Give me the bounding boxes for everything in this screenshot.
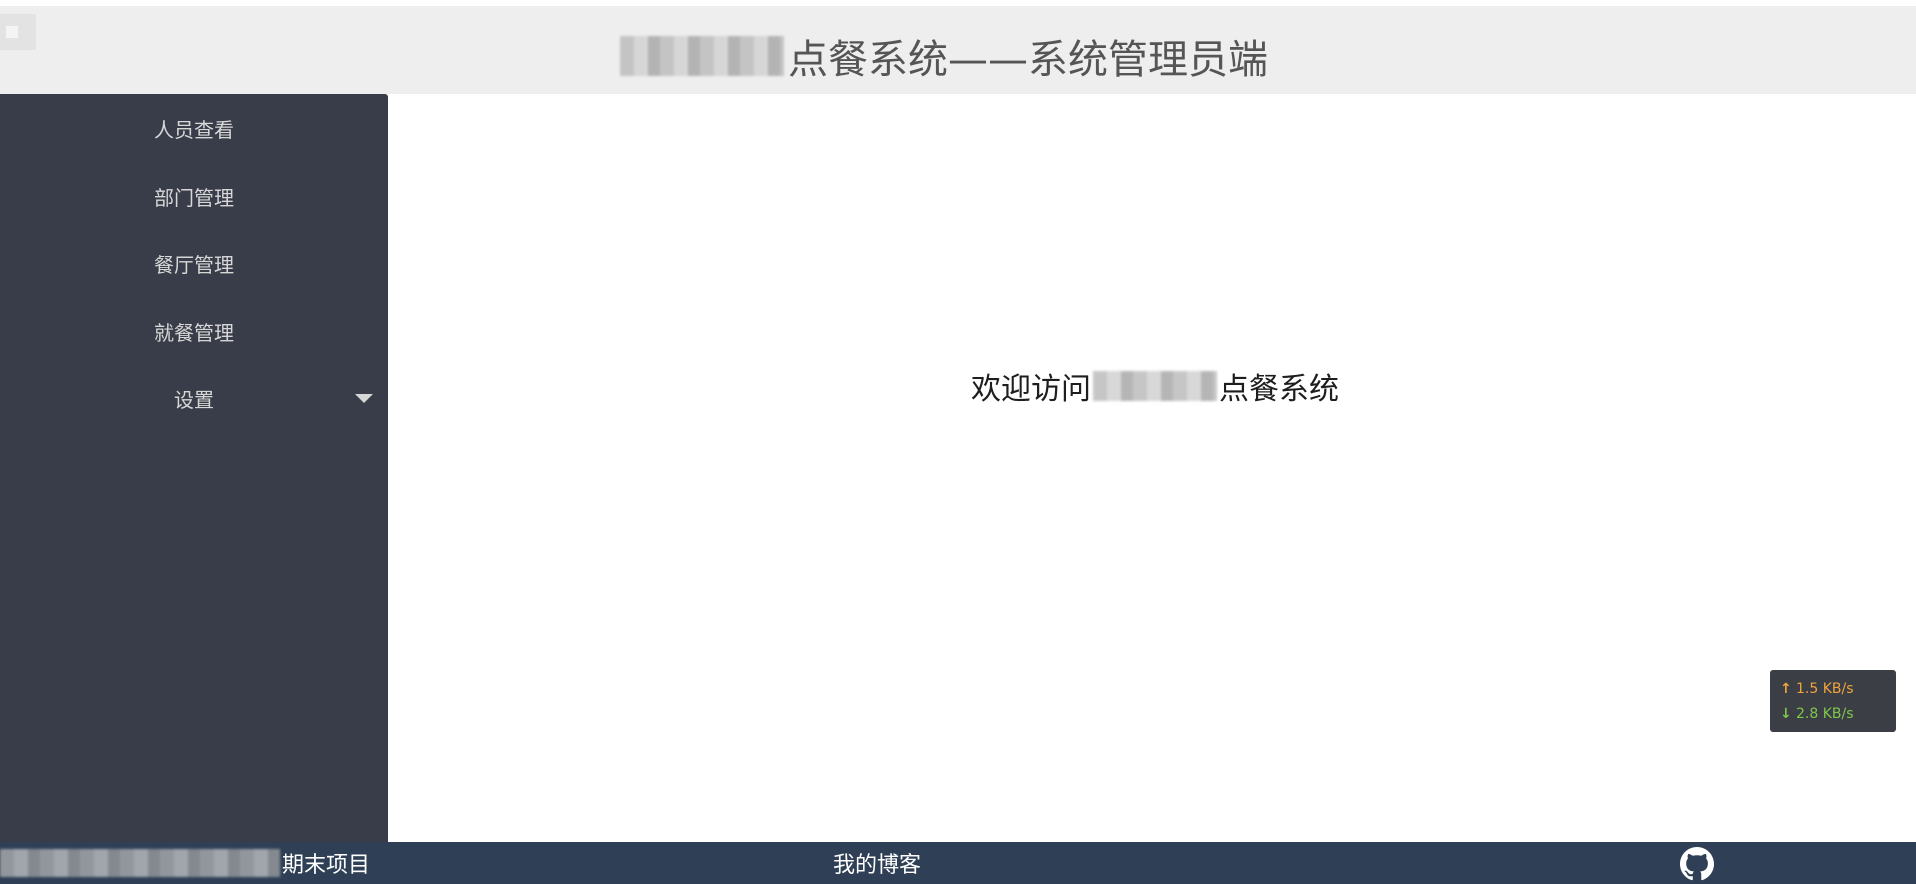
sidebar-item-department-management[interactable]: 部门管理 — [0, 162, 388, 230]
upload-speed: 1.5 KB/s — [1796, 680, 1854, 697]
sidebar-item-personnel-view[interactable]: 人员查看 — [0, 94, 388, 162]
download-speed: 2.8 KB/s — [1796, 705, 1854, 722]
caret-down-icon — [355, 394, 373, 403]
blog-link[interactable]: 我的博客 — [833, 842, 921, 884]
footer-project-suffix: 期末项目 — [282, 853, 371, 878]
main-content: 欢迎访问 点餐系统 — [388, 94, 1916, 842]
arrow-down-icon: ↓ — [1780, 705, 1792, 722]
network-speed-widget[interactable]: ↑ 1.5 KB/s ↓ 2.8 KB/s — [1770, 670, 1896, 732]
page-title-text: 点餐系统——系统管理员端 — [788, 37, 1268, 83]
sidebar-item-dining-management[interactable]: 就餐管理 — [0, 297, 388, 365]
page-title: 点餐系统——系统管理员端 — [620, 30, 1268, 83]
redacted-text — [1093, 371, 1217, 401]
sidebar-item-label: 人员查看 — [154, 117, 234, 142]
header-bar: 点餐系统——系统管理员端 — [0, 6, 1916, 94]
download-speed-row: ↓ 2.8 KB/s — [1780, 701, 1886, 726]
arrow-up-icon: ↑ — [1780, 680, 1792, 697]
sidebar-item-restaurant-management[interactable]: 餐厅管理 — [0, 229, 388, 297]
redacted-text — [620, 36, 784, 76]
upload-speed-row: ↑ 1.5 KB/s — [1780, 676, 1886, 701]
sidebar-item-label: 部门管理 — [154, 185, 234, 210]
sidebar-item-label: 餐厅管理 — [154, 252, 234, 277]
footer-bar: 期末项目 我的博客 — [0, 842, 1916, 884]
menu-toggle-icon[interactable] — [0, 14, 36, 50]
welcome-prefix: 欢迎访问 — [971, 372, 1091, 407]
welcome-message: 欢迎访问 点餐系统 — [971, 366, 1339, 407]
sidebar-item-label: 就餐管理 — [154, 320, 234, 345]
welcome-suffix: 点餐系统 — [1219, 372, 1339, 407]
redacted-text — [0, 849, 280, 877]
sidebar-item-label: 设置 — [174, 387, 214, 412]
page: 点餐系统——系统管理员端 人员查看 部门管理 餐厅管理 就餐管理 设置 欢迎访问… — [0, 0, 1916, 884]
sidebar: 人员查看 部门管理 餐厅管理 就餐管理 设置 — [0, 94, 388, 842]
github-icon[interactable] — [1680, 847, 1714, 881]
footer-project-label: 期末项目 — [0, 842, 370, 884]
sidebar-item-settings[interactable]: 设置 — [0, 364, 388, 432]
